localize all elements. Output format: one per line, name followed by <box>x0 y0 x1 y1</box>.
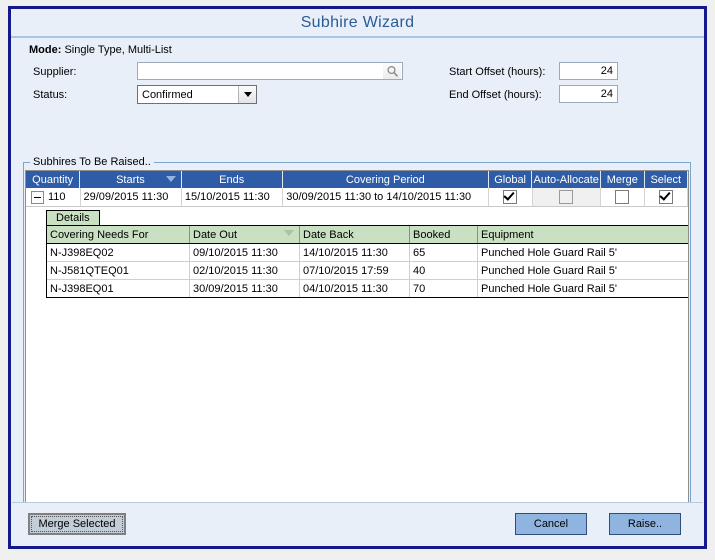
list-item[interactable]: N-J581QTEQ01 02/10/2015 11:30 07/10/2015… <box>47 262 688 280</box>
column-header-quantity[interactable]: Quantity <box>26 171 81 188</box>
wizard-window: Subhire Wizard Mode: Single Type, Multi-… <box>8 6 707 549</box>
supplier-field[interactable] <box>137 62 403 80</box>
detail-column-date-out-label: Date Out <box>193 228 238 241</box>
detail-header-row: Covering Needs For Date Out Date Back Bo… <box>47 226 688 244</box>
start-offset-label: Start Offset (hours): <box>449 66 546 78</box>
raise-button[interactable]: Raise.. <box>609 513 681 535</box>
mode-value: Single Type, Multi-List <box>64 44 172 56</box>
subhires-grid: Quantity Starts Ends Covering Period Glo… <box>25 170 689 531</box>
subhire-wizard-screen: Subhire Wizard Mode: Single Type, Multi-… <box>0 0 715 560</box>
table-row[interactable]: 110 29/09/2015 11:30 15/10/2015 11:30 30… <box>26 188 688 207</box>
detail-column-equipment[interactable]: Equipment <box>478 226 688 243</box>
list-item[interactable]: N-J398EQ02 09/10/2015 11:30 14/10/2015 1… <box>47 244 688 262</box>
mode-row: Mode: Single Type, Multi-List <box>11 38 704 58</box>
group-legend: Subhires To Be Raised.. <box>30 156 154 168</box>
detail-cell-equipment: Punched Hole Guard Rail 5' <box>478 280 688 297</box>
detail-table: Covering Needs For Date Out Date Back Bo… <box>46 226 688 298</box>
column-header-merge[interactable]: Merge <box>601 171 645 188</box>
detail-column-date-out[interactable]: Date Out <box>190 226 300 243</box>
end-offset-input[interactable] <box>560 86 617 102</box>
tab-details[interactable]: Details <box>46 210 100 225</box>
merge-checkbox[interactable] <box>615 190 630 204</box>
global-checkbox[interactable] <box>503 190 518 204</box>
cell-starts: 29/09/2015 11:30 <box>81 188 182 206</box>
mode-label: Mode: <box>29 44 62 56</box>
column-header-auto-allocate[interactable]: Auto-Allocate <box>532 171 602 188</box>
cell-select[interactable] <box>645 188 688 206</box>
detail-cell-covering-needs-for: N-J398EQ01 <box>47 280 190 297</box>
merge-selected-button[interactable]: Merge Selected <box>28 513 126 535</box>
detail-cell-covering-needs-for: N-J581QTEQ01 <box>47 262 190 279</box>
window-body: Mode: Single Type, Multi-List Supplier: … <box>11 38 704 546</box>
detail-cell-date-out: 02/10/2015 11:30 <box>190 262 300 279</box>
footer-bar: Merge Selected Cancel Raise.. <box>12 502 703 545</box>
cell-covering-period: 30/09/2015 11:30 to 14/10/2015 11:30 <box>283 188 490 206</box>
detail-column-date-back[interactable]: Date Back <box>300 226 410 243</box>
detail-cell-covering-needs-for: N-J398EQ02 <box>47 244 190 261</box>
select-checkbox[interactable] <box>658 190 673 204</box>
chevron-down-icon[interactable] <box>238 86 256 103</box>
column-header-starts[interactable]: Starts <box>80 171 182 188</box>
detail-panel: Details Covering Needs For Date Out Date… <box>46 210 688 298</box>
detail-cell-equipment: Punched Hole Guard Rail 5' <box>478 262 688 279</box>
start-offset-input[interactable] <box>560 63 617 79</box>
collapse-icon[interactable] <box>31 190 44 204</box>
status-label: Status: <box>33 89 68 101</box>
column-header-ends[interactable]: Ends <box>182 171 283 188</box>
search-icon[interactable] <box>383 63 401 79</box>
column-header-starts-label: Starts <box>116 173 145 186</box>
detail-cell-equipment: Punched Hole Guard Rail 5' <box>478 244 688 261</box>
status-selected-value: Confirmed <box>142 88 193 101</box>
detail-tabstrip: Details <box>46 210 688 226</box>
list-item[interactable]: N-J398EQ01 30/09/2015 11:30 04/10/2015 1… <box>47 280 688 297</box>
subhires-group: Subhires To Be Raised.. Quantity Starts … <box>23 156 691 533</box>
cell-quantity: 110 <box>26 188 81 206</box>
column-header-global[interactable]: Global <box>489 171 533 188</box>
detail-column-covering-needs-for[interactable]: Covering Needs For <box>47 226 190 243</box>
detail-cell-booked: 70 <box>410 280 478 297</box>
auto-allocate-checkbox <box>559 190 574 204</box>
cell-auto-allocate <box>532 188 602 206</box>
cell-ends: 15/10/2015 11:30 <box>182 188 284 206</box>
status-select[interactable]: Confirmed <box>137 85 257 104</box>
detail-cell-booked: 40 <box>410 262 478 279</box>
detail-cell-date-out: 09/10/2015 11:30 <box>190 244 300 261</box>
detail-cell-date-back: 14/10/2015 11:30 <box>300 244 410 261</box>
cancel-button[interactable]: Cancel <box>515 513 587 535</box>
end-offset-field[interactable] <box>559 85 618 103</box>
supplier-input[interactable] <box>138 62 383 80</box>
sort-descending-icon <box>284 230 294 236</box>
cell-merge[interactable] <box>601 188 645 206</box>
column-header-select[interactable]: Select <box>645 171 688 188</box>
column-header-covering-period[interactable]: Covering Period <box>283 171 489 188</box>
detail-cell-booked: 65 <box>410 244 478 261</box>
window-title-bar: Subhire Wizard <box>11 9 704 38</box>
detail-cell-date-back: 07/10/2015 17:59 <box>300 262 410 279</box>
sort-descending-icon <box>165 176 176 182</box>
detail-cell-date-out: 30/09/2015 11:30 <box>190 280 300 297</box>
page-title: Subhire Wizard <box>300 13 415 31</box>
detail-column-booked[interactable]: Booked <box>410 226 478 243</box>
supplier-label: Supplier: <box>33 66 77 78</box>
cell-quantity-value: 110 <box>48 191 66 203</box>
start-offset-field[interactable] <box>559 62 618 80</box>
end-offset-label: End Offset (hours): <box>449 89 542 101</box>
detail-cell-date-back: 04/10/2015 11:30 <box>300 280 410 297</box>
cell-global[interactable] <box>489 188 533 206</box>
form-region: Supplier: Status: Confirmed Start Offset… <box>11 58 704 110</box>
grid-header-row: Quantity Starts Ends Covering Period Glo… <box>26 171 688 188</box>
